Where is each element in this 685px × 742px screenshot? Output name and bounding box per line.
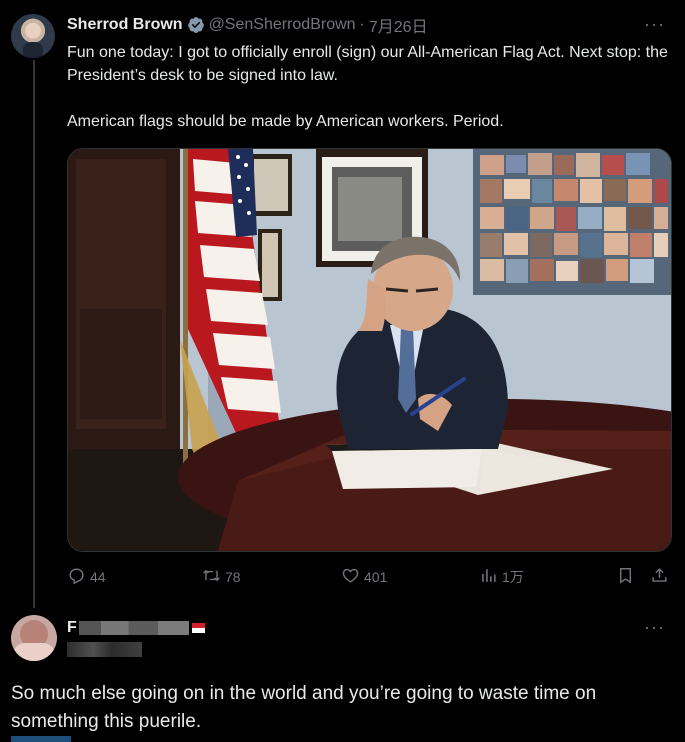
reply-button[interactable]: 44 [67, 566, 106, 588]
retweet-button[interactable]: 78 [202, 566, 241, 588]
reply-author-name[interactable]: F [67, 617, 205, 639]
views-button[interactable]: 1万 [479, 566, 524, 588]
bookmark-button[interactable] [616, 566, 635, 588]
tweet-text: Fun one today: I got to officially enrol… [67, 41, 672, 133]
reply-author-initial: F [67, 619, 77, 636]
thread-connector-line [33, 60, 35, 608]
retweet-count: 78 [225, 569, 241, 585]
tweet-date[interactable]: 7月26日 [369, 13, 428, 37]
reply-more-options-icon[interactable]: ··· [644, 617, 665, 638]
bookmark-icon [616, 566, 635, 588]
tweet-text-paragraph-2: American flags should be made by America… [67, 113, 504, 130]
tweet-header: Sherrod Brown @SenSherrodBrown · 7月26日 [67, 14, 428, 36]
author-avatar[interactable] [11, 14, 55, 58]
retweet-icon [202, 566, 221, 588]
share-button[interactable] [650, 566, 669, 588]
more-options-icon[interactable]: ··· [644, 14, 665, 35]
reply-author-avatar[interactable] [11, 615, 57, 661]
like-count: 401 [364, 569, 388, 585]
tweet-text-paragraph-1: Fun one today: I got to officially enrol… [67, 44, 668, 84]
cut-off-date-link [11, 736, 71, 742]
verified-badge-icon [187, 16, 205, 34]
reply-icon [67, 566, 86, 588]
views-chart-icon [479, 566, 498, 588]
tweet-actions-bar: 44 78 401 1万 [67, 566, 672, 588]
like-button[interactable]: 401 [341, 566, 387, 588]
reply-count: 44 [90, 569, 106, 585]
author-name[interactable]: Sherrod Brown [67, 16, 183, 34]
redacted-name-block [78, 621, 189, 635]
separator-dot: · [359, 16, 365, 33]
tweet-photo[interactable] [67, 148, 672, 552]
flag-icon [191, 623, 205, 633]
author-handle[interactable]: @SenSherrodBrown [209, 16, 356, 34]
redacted-handle-block [67, 642, 142, 657]
share-icon [650, 566, 669, 588]
reply-text: So much else going on in the world and y… [11, 683, 597, 732]
heart-icon [341, 566, 360, 588]
views-count: 1万 [502, 569, 524, 585]
